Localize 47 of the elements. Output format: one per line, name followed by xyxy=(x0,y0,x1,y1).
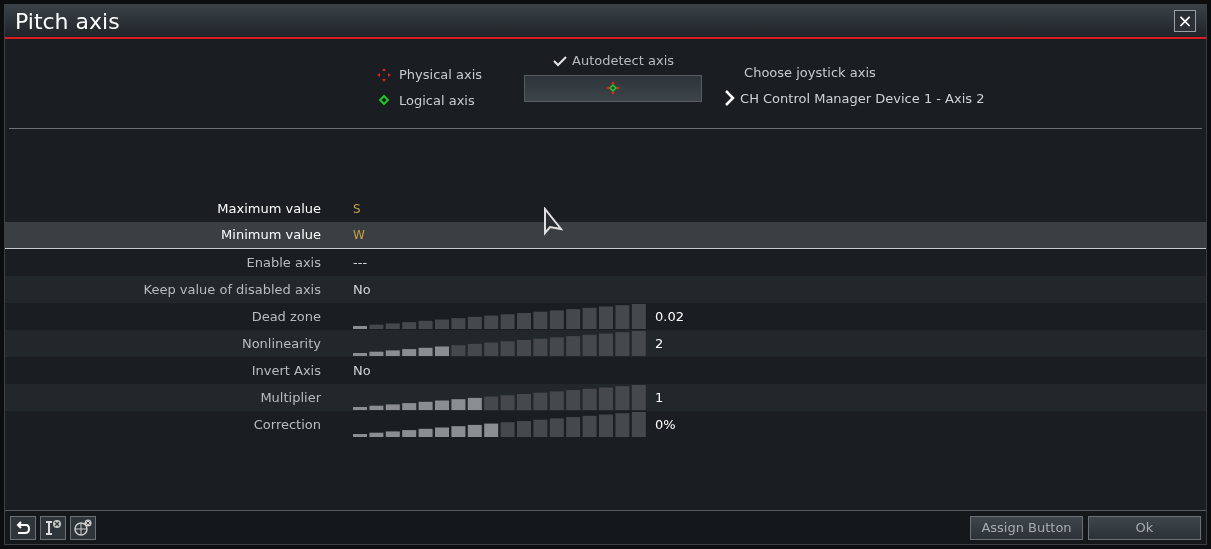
level-slider[interactable] xyxy=(353,330,649,357)
dialog-button[interactable]: Assign Button xyxy=(970,515,1083,540)
setting-value: No xyxy=(353,361,371,380)
setting-row[interactable]: Keep value of disabled axis No xyxy=(5,276,1206,303)
globe-clear-icon xyxy=(73,518,93,537)
level-slider[interactable] xyxy=(353,411,649,438)
setting-row[interactable]: Minimum value W xyxy=(5,222,1206,249)
autodetect-label: Autodetect axis xyxy=(572,52,675,70)
setting-label: Invert Axis xyxy=(250,361,321,380)
axis-clear-icon xyxy=(43,518,63,537)
chevron-icon xyxy=(724,90,737,107)
physical-axis-icon xyxy=(377,67,391,82)
slider-value: 1 xyxy=(655,388,664,407)
checkmark-icon[interactable] xyxy=(552,54,569,67)
setting-value: --- xyxy=(353,253,368,272)
setting-label: Maximum value xyxy=(216,199,321,218)
setting-label: Enable axis xyxy=(245,253,321,272)
reset-axis-button[interactable] xyxy=(40,515,66,540)
setting-label: Multiplier xyxy=(259,388,321,407)
window-title: Pitch axis xyxy=(15,7,120,36)
setting-row[interactable]: Multiplier 1 xyxy=(5,384,1206,411)
undo-icon xyxy=(15,520,31,535)
legend-label: Physical axis xyxy=(399,66,483,84)
axis-marker-icon xyxy=(606,81,621,95)
setting-label: Minimum value xyxy=(220,226,321,245)
logical-axis-icon xyxy=(377,93,391,108)
setting-label: Dead zone xyxy=(250,307,321,326)
close-button[interactable]: × xyxy=(1174,10,1196,32)
slider-value: 0.02 xyxy=(655,307,684,326)
slider-value: 0% xyxy=(655,415,676,434)
joystick-heading: Choose joystick axis xyxy=(744,64,877,82)
legend-label: Logical axis xyxy=(399,91,475,110)
undo-button[interactable] xyxy=(10,515,36,540)
mouse-cursor-icon xyxy=(543,207,563,237)
dialog-button[interactable]: Ok xyxy=(1088,515,1201,540)
key-binding: S xyxy=(353,200,361,218)
key-binding: W xyxy=(353,227,365,244)
joystick-axis-selector[interactable]: CH Control Manager Device 1 - Axis 2 xyxy=(740,88,985,108)
setting-label: Correction xyxy=(252,415,321,434)
setting-label: Keep value of disabled axis xyxy=(142,280,321,299)
level-slider[interactable] xyxy=(353,303,649,330)
level-slider[interactable] xyxy=(353,384,649,411)
setting-value: No xyxy=(353,280,371,299)
slider-value: 2 xyxy=(655,334,664,353)
setting-row[interactable]: Nonlinearity 2 xyxy=(5,330,1206,357)
reset-all-button[interactable] xyxy=(70,515,96,540)
setting-label: Nonlinearity xyxy=(240,334,321,353)
